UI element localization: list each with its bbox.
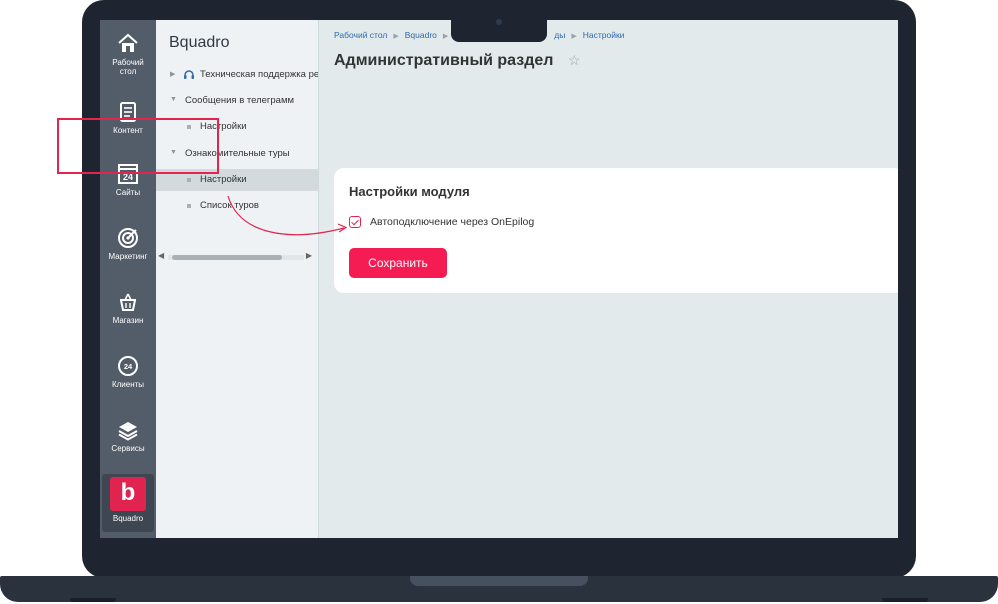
laptop-foot	[70, 598, 116, 602]
tree-title: Bquadro	[169, 34, 230, 51]
chevron-right-icon: ▶	[393, 33, 399, 40]
rail-item-label: Магазин	[112, 316, 144, 325]
scroll-left-arrow-icon[interactable]: ◀	[158, 251, 164, 260]
breadcrumb-item[interactable]: Настройки	[583, 30, 625, 40]
left-nav-rail: Рабочий стол Контент 24 Сайты Маркетинг …	[100, 20, 156, 538]
expand-arrow-icon[interactable]: ▶	[170, 70, 175, 78]
tree-item-label: Настройки	[200, 174, 247, 185]
rail-item-services[interactable]: Сервисы	[100, 418, 156, 453]
bullet-icon	[187, 178, 191, 182]
laptop-foot	[882, 598, 928, 602]
rail-item-label: Сервисы	[111, 444, 145, 453]
target-icon	[118, 228, 138, 248]
save-button[interactable]: Сохранить	[349, 248, 447, 278]
autoconnect-checkbox[interactable]	[349, 216, 361, 228]
rail-item-desktop[interactable]: Рабочий стол	[100, 32, 156, 76]
tree-item-tours-list[interactable]: Список туров	[156, 195, 318, 217]
breadcrumb-item[interactable]: ды	[554, 30, 565, 40]
tree-item-label: Сообщения в телеграмм	[185, 95, 295, 106]
page-title: Административный раздел	[334, 52, 554, 69]
rail-item-bquadro[interactable]: b Bquadro	[102, 474, 154, 532]
tree-item-support[interactable]: ▶ Техническая поддержка ре	[156, 64, 318, 86]
bquadro-logo-icon: b	[110, 477, 146, 511]
tree-horizontal-scrollbar[interactable]: ◀ ▶	[158, 251, 314, 263]
rail-item-label: Сайты	[115, 188, 141, 197]
camera-icon	[496, 19, 502, 25]
rail-item-label: Рабочий стол	[112, 58, 144, 76]
camera-notch	[451, 16, 547, 42]
svg-text:24: 24	[124, 362, 133, 371]
card-title: Настройки модуля	[349, 184, 470, 199]
highlight-frame	[57, 118, 219, 174]
basket-icon	[120, 293, 136, 311]
laptop-hinge-notch	[410, 576, 588, 586]
tree-item-telegram[interactable]: ▼ Сообщения в телеграмм	[156, 90, 318, 112]
rail-item-label: Клиенты	[111, 380, 145, 389]
scroll-thumb[interactable]	[172, 255, 282, 260]
clients-24-icon: 24	[118, 356, 138, 376]
scroll-right-arrow-icon[interactable]: ▶	[306, 251, 312, 260]
tree-item-label: Список туров	[200, 200, 259, 211]
rail-item-clients[interactable]: 24 Клиенты	[100, 354, 156, 389]
bullet-icon	[187, 204, 191, 208]
breadcrumb-item[interactable]: Bquadro	[405, 30, 437, 40]
layers-icon	[118, 422, 138, 441]
rail-item-shop[interactable]: Магазин	[100, 290, 156, 325]
favorite-star-icon[interactable]: ☆	[568, 52, 581, 69]
breadcrumb-item[interactable]: Рабочий стол	[334, 30, 387, 40]
home-icon	[118, 33, 138, 52]
module-tree-panel: Bquadro ▶ Техническая поддержка ре ▼ Соо…	[156, 20, 319, 538]
headset-icon	[184, 70, 194, 79]
collapse-arrow-icon[interactable]: ▼	[170, 96, 177, 103]
checkbox-label: Автоподключение через OnEpilog	[370, 216, 535, 228]
rail-item-label: Маркетинг	[108, 252, 148, 261]
rail-item-marketing[interactable]: Маркетинг	[100, 226, 156, 261]
tree-item-label: Техническая поддержка ре	[200, 69, 318, 80]
chevron-right-icon: ▶	[442, 33, 449, 40]
rail-item-label: Bquadro	[112, 514, 144, 523]
module-settings-card: Настройки модуля Автоподключение через O…	[334, 168, 898, 293]
chevron-right-icon: ▶	[571, 33, 577, 40]
screen: Рабочий стол Контент 24 Сайты Маркетинг …	[100, 20, 898, 538]
